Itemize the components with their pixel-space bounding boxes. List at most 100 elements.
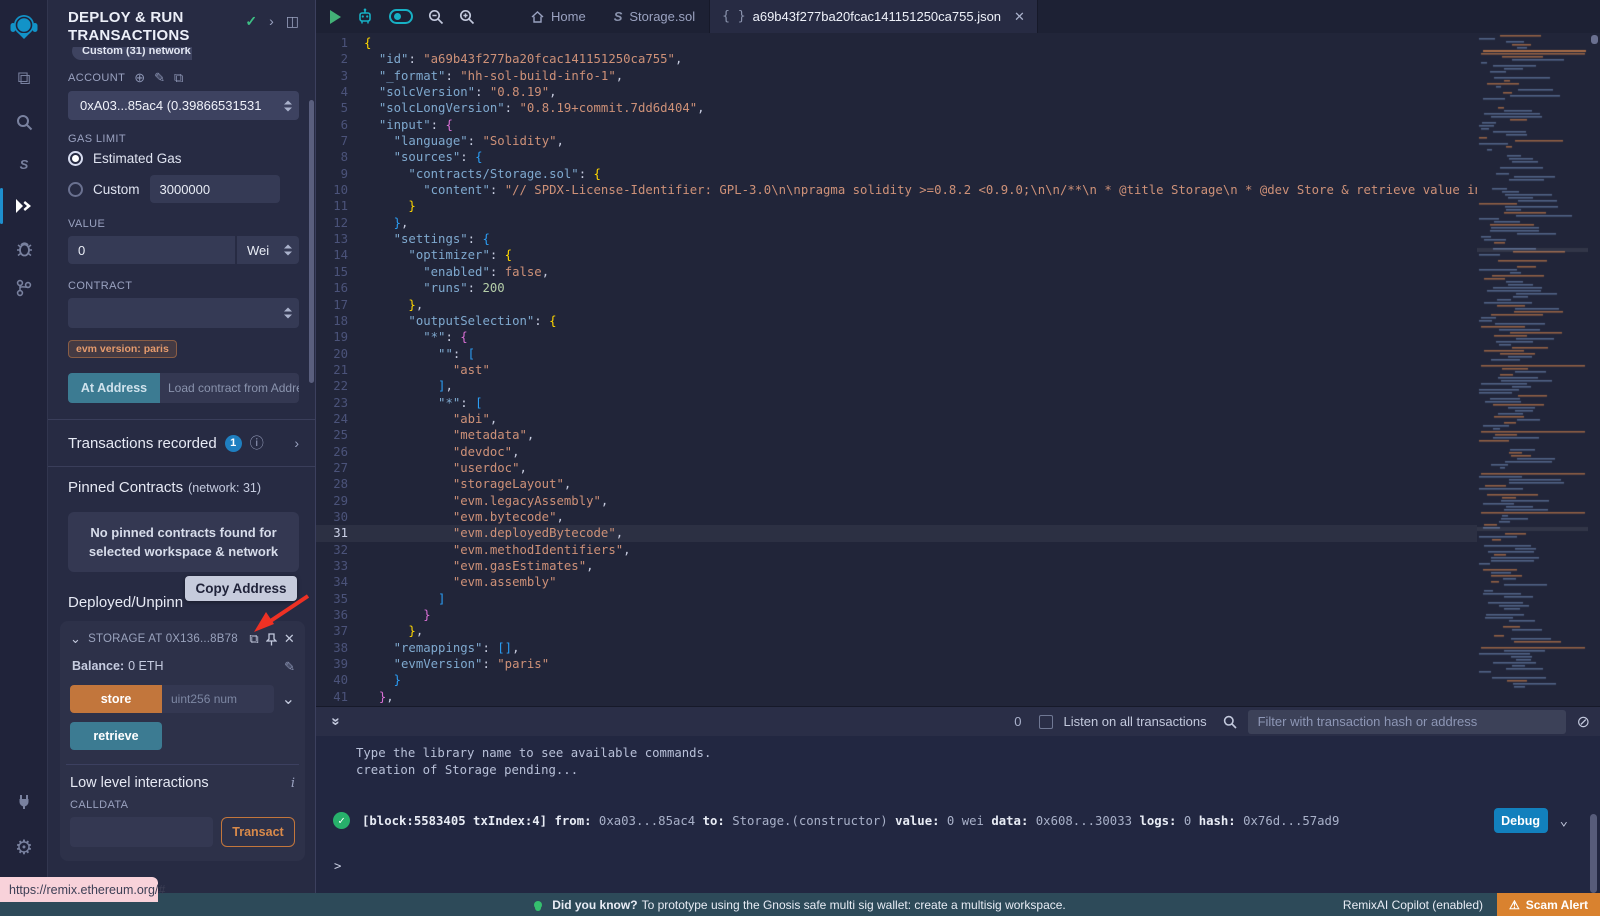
add-account-icon[interactable]: ⊕ — [134, 71, 145, 84]
copy-account-icon[interactable]: ⧉ — [174, 71, 183, 84]
load-address-input[interactable]: Load contract from Address — [160, 373, 299, 403]
code-editor[interactable]: 1{2 "id": "a69b43f277ba20fcac141151250ca… — [316, 33, 1600, 706]
collapse-contract-icon[interactable]: ⌄ — [70, 631, 81, 647]
code-line[interactable]: 11 } — [316, 198, 1477, 214]
code-line[interactable]: 3 "_format": "hh-sol-build-info-1", — [316, 68, 1477, 84]
code-line[interactable]: 33 "evm.gasEstimates", — [316, 558, 1477, 574]
code-line[interactable]: 7 "language": "Solidity", — [316, 133, 1477, 149]
transact-button[interactable]: Transact — [221, 817, 295, 847]
expand-tx-icon[interactable]: ⌄ — [1560, 813, 1568, 829]
code-line[interactable]: 16 "runs": 200 — [316, 280, 1477, 296]
code-line[interactable]: 14 "optimizer": { — [316, 247, 1477, 263]
code-line[interactable]: 1{ — [316, 35, 1477, 51]
editor-minimap[interactable] — [1477, 33, 1588, 693]
editor-scrollbar[interactable] — [1591, 35, 1598, 44]
code-line[interactable]: 21 "ast" — [316, 362, 1477, 378]
remix-logo-icon[interactable] — [0, 4, 48, 50]
value-input[interactable]: 0 — [68, 236, 235, 264]
clear-console-icon[interactable]: ⊘ — [1577, 712, 1590, 732]
code-line[interactable]: 37 }, — [316, 623, 1477, 639]
code-line[interactable]: 31 "evm.deployedBytecode", — [316, 525, 1477, 541]
zoom-in-icon[interactable] — [459, 9, 475, 25]
pin-panel-icon[interactable]: › — [269, 13, 274, 29]
code-line[interactable]: 5 "solcLongVersion": "0.8.19+commit.7dd6… — [316, 100, 1477, 116]
code-line[interactable]: 17 }, — [316, 297, 1477, 313]
edit-balance-icon[interactable]: ✎ — [284, 660, 295, 673]
chevron-right-icon[interactable]: › — [294, 435, 299, 451]
edit-account-icon[interactable]: ✎ — [154, 71, 165, 84]
code-line[interactable]: 26 "devdoc", — [316, 444, 1477, 460]
account-stepper[interactable] — [284, 100, 292, 111]
remixai-robot-icon[interactable] — [356, 8, 374, 25]
code-line[interactable]: 28 "storageLayout", — [316, 476, 1477, 492]
code-line[interactable]: 34 "evm.assembly" — [316, 574, 1477, 590]
estimated-gas-option[interactable]: Estimated Gas — [68, 151, 299, 166]
code-line[interactable]: 39 "evmVersion": "paris" — [316, 656, 1477, 672]
tab-build-info-json[interactable]: { } a69b43f277ba20fcac141151250ca755.jso… — [709, 0, 1038, 33]
code-line[interactable]: 19 "*": { — [316, 329, 1477, 345]
unit-stepper[interactable] — [284, 245, 292, 256]
retrieve-button[interactable]: retrieve — [70, 722, 162, 750]
transaction-log-row[interactable]: ✓ [block:5583405 txIndex:4] from: 0xa03.… — [316, 808, 1600, 833]
code-line[interactable]: 13 "settings": { — [316, 231, 1477, 247]
store-input[interactable]: uint256 num — [162, 685, 274, 713]
code-line[interactable]: 6 "input": { — [316, 117, 1477, 133]
code-line[interactable]: 8 "sources": { — [316, 149, 1477, 165]
run-script-icon[interactable] — [330, 10, 341, 24]
code-line[interactable]: 38 "remappings": [], — [316, 640, 1477, 656]
listen-checkbox[interactable] — [1039, 715, 1053, 729]
copilot-status[interactable]: RemixAI Copilot (enabled) — [1343, 898, 1483, 912]
code-line[interactable]: 35 ] — [316, 591, 1477, 607]
terminal[interactable]: Type the library name to see available c… — [316, 736, 1600, 893]
store-button[interactable]: store — [70, 685, 162, 713]
code-line[interactable]: 41 }, — [316, 689, 1477, 705]
copilot-toggle[interactable] — [389, 9, 413, 24]
tab-storage-sol[interactable]: S Storage.sol — [600, 0, 709, 33]
code-line[interactable]: 9 "contracts/Storage.sol": { — [316, 166, 1477, 182]
debug-button[interactable]: Debug — [1494, 808, 1548, 833]
filter-input[interactable]: Filter with transaction hash or address — [1248, 710, 1566, 734]
custom-gas-radio[interactable] — [68, 182, 83, 197]
tab-home[interactable]: Home — [517, 0, 600, 33]
deploy-run-icon[interactable] — [0, 186, 48, 226]
code-line[interactable]: 30 "evm.bytecode", — [316, 509, 1477, 525]
account-select[interactable]: 0xA03...85ac4 (0.39866531531 — [68, 91, 299, 120]
at-address-button[interactable]: At Address — [68, 373, 160, 403]
scam-alert-button[interactable]: ⚠ Scam Alert — [1497, 893, 1600, 916]
code-line[interactable]: 32 "evm.methodIdentifiers", — [316, 542, 1477, 558]
terminal-prompt[interactable]: > — [316, 859, 1600, 873]
code-line[interactable]: 40 } — [316, 672, 1477, 688]
git-icon[interactable] — [0, 268, 48, 308]
file-explorer-icon[interactable]: ⧉ — [0, 58, 48, 98]
terminal-scrollbar[interactable] — [1590, 814, 1597, 893]
code-line[interactable]: 22 ], — [316, 378, 1477, 394]
code-line[interactable]: 2 "id": "a69b43f277ba20fcac141151250ca75… — [316, 51, 1477, 67]
code-line[interactable]: 27 "userdoc", — [316, 460, 1477, 476]
code-line[interactable]: 23 "*": [ — [316, 395, 1477, 411]
code-line[interactable]: 18 "outputSelection": { — [316, 313, 1477, 329]
code-line[interactable]: 36 } — [316, 607, 1477, 623]
contract-stepper[interactable] — [284, 308, 292, 319]
custom-gas-option[interactable]: Custom — [68, 182, 140, 197]
estimated-gas-radio[interactable] — [68, 151, 83, 166]
zoom-out-icon[interactable] — [428, 9, 444, 25]
solidity-compiler-icon[interactable]: S — [0, 144, 48, 184]
code-line[interactable]: 25 "metadata", — [316, 427, 1477, 443]
settings-gear-icon[interactable]: ⚙ — [0, 827, 48, 867]
transactions-recorded-row[interactable]: Transactions recorded 1 ⓘ › — [68, 420, 299, 466]
low-level-info-icon[interactable]: i — [291, 776, 295, 791]
panel-scrollbar[interactable] — [309, 100, 314, 383]
expand-terminal-icon[interactable]: » — [328, 717, 345, 725]
code-line[interactable]: 12 }, — [316, 215, 1477, 231]
value-unit-select[interactable]: Wei — [237, 236, 299, 264]
code-line[interactable]: 15 "enabled": false, — [316, 264, 1477, 280]
info-icon[interactable]: ⓘ — [250, 433, 264, 453]
plugin-manager-icon[interactable] — [0, 781, 48, 821]
search-panel-icon[interactable] — [0, 102, 48, 142]
code-line[interactable]: 4 "solcVersion": "0.8.19", — [316, 84, 1477, 100]
layout-panel-icon[interactable]: ◫ — [286, 13, 299, 30]
contract-select[interactable] — [68, 298, 299, 328]
code-line[interactable]: 24 "abi", — [316, 411, 1477, 427]
code-line[interactable]: 29 "evm.legacyAssembly", — [316, 493, 1477, 509]
expand-store-icon[interactable]: ⌄ — [282, 689, 295, 709]
